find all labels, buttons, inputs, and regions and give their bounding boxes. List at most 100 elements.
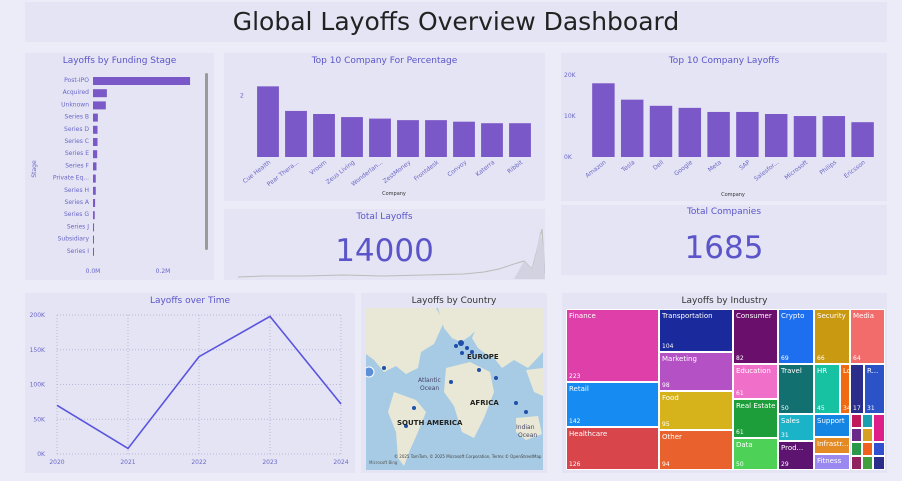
treemap-cell[interactable]: Sales 31 — [778, 414, 814, 441]
time-y-tick: 100K — [30, 382, 46, 389]
treemap-cell[interactable]: Education 61 — [733, 364, 778, 399]
treemap-cell[interactable] — [873, 456, 885, 470]
treemap-label: Healthcare — [569, 430, 608, 438]
treemap-label: HR — [817, 367, 828, 375]
treemap-cell[interactable]: Travel 50 — [778, 364, 814, 414]
company-bar — [793, 116, 817, 157]
treemap-cell[interactable]: Healthcare 126 — [566, 427, 659, 470]
funding-bar — [93, 235, 94, 244]
funding-bar — [93, 174, 96, 183]
country-card[interactable]: Layoffs by Country EUROPE AFRICA SOUTH A… — [361, 293, 547, 473]
time-card[interactable]: Layoffs over Time 0K 50K 100K 150K 200K 2020 2… — [25, 293, 355, 473]
treemap-cell[interactable]: Fitness — [814, 454, 850, 470]
funding-stage-card[interactable]: Layoffs by Funding Stage Post-IPO Acquire… — [25, 53, 214, 280]
pct-category-label: Convoy — [446, 159, 468, 179]
treemap-cell[interactable] — [862, 456, 873, 470]
treemap-label: Crypto — [781, 312, 805, 320]
total-companies-value: 1685 — [684, 230, 764, 266]
treemap-cell[interactable]: Data 50 — [733, 438, 778, 470]
treemap-label: Education — [736, 367, 771, 375]
funding-category-label: Series F — [65, 162, 89, 169]
treemap-cell[interactable] — [862, 428, 873, 442]
treemap-value: 29 — [781, 461, 789, 468]
treemap-cell[interactable] — [873, 414, 885, 442]
pct-bar — [369, 118, 391, 157]
pct-bar — [313, 114, 335, 157]
page-title: Global Layoffs Overview Dashboard — [232, 7, 680, 36]
company-category-label: Philips — [818, 159, 838, 176]
company-card[interactable]: Top 10 Company Layoffs Amazon Tesla Dell Go… — [561, 53, 887, 201]
treemap-cell[interactable] — [873, 442, 885, 456]
treemap-label: Finance — [569, 312, 596, 320]
percentage-card[interactable]: Top 10 Company For Percentage Cue Health… — [224, 53, 545, 201]
treemap-cell[interactable]: Finance 223 — [566, 309, 659, 382]
treemap-cell[interactable]: Crypto 69 — [778, 309, 814, 364]
treemap-cell[interactable]: Infrastr... — [814, 437, 850, 454]
map-credits[interactable]: © 2025 TomTom, © 2025 Microsoft Corporat… — [394, 454, 542, 459]
treemap-cell[interactable] — [851, 442, 862, 456]
map-label-ocean: Ocean — [420, 385, 440, 392]
funding-scrollbar[interactable] — [205, 73, 208, 250]
treemap-cell[interactable]: Consumer 82 — [733, 309, 778, 364]
funding-bar — [93, 247, 94, 256]
funding-chart: Post-IPO Acquired Unknown Series B Series D S… — [31, 77, 191, 275]
treemap-cell[interactable]: Food 95 — [659, 391, 733, 430]
funding-x-tick: 0.0M — [86, 268, 101, 275]
pct-chart: Cue HealthPear Thera... VroomZeus LivingW… — [240, 86, 531, 197]
map-label-europe: EUROPE — [467, 353, 499, 361]
treemap-cell[interactable]: 17 — [850, 364, 864, 414]
treemap-cell[interactable]: Lo... 34 — [840, 364, 850, 414]
time-y-tick: 50K — [33, 416, 46, 423]
treemap-cell[interactable]: Retail 142 — [566, 382, 659, 427]
treemap-cell[interactable] — [862, 442, 873, 456]
treemap-cell[interactable]: Security 66 — [814, 309, 850, 364]
treemap-value: 142 — [569, 418, 581, 425]
funding-category-label: Acquired — [63, 89, 90, 96]
industry-treemap: Finance 223 Retail 142 Healthcare 126 Transpor… — [566, 309, 885, 470]
treemap-cell[interactable] — [862, 414, 873, 428]
treemap-value: 64 — [853, 355, 861, 362]
treemap-cell[interactable]: Transportation 104 — [659, 309, 733, 352]
treemap-cell[interactable] — [851, 414, 862, 428]
treemap-label: Travel — [781, 367, 802, 375]
world-map — [366, 308, 543, 466]
treemap-label: R... — [867, 367, 879, 375]
treemap-value: 61 — [736, 429, 744, 436]
total-layoffs-card[interactable]: Total Layoffs 14000 — [224, 209, 545, 280]
treemap-cell[interactable]: Support — [814, 414, 850, 437]
pct-bar — [453, 121, 475, 157]
funding-category-label: Series G — [64, 211, 89, 218]
funding-category-label: Series I — [67, 248, 89, 255]
funding-bar — [93, 186, 96, 195]
company-category-label: Amazon — [584, 159, 608, 180]
treemap-label: Other — [662, 433, 682, 441]
time-x-tick: 2023 — [262, 459, 277, 466]
industry-card[interactable]: Layoffs by Industry Finance 223 Retail 142 H… — [562, 293, 887, 473]
treemap-value: 17 — [853, 405, 861, 412]
country-map[interactable]: EUROPE AFRICA SOUTH AMERICA Atlantic Oce… — [366, 308, 543, 470]
time-y-tick: 0K — [37, 451, 46, 458]
treemap-value: 223 — [569, 373, 581, 380]
total-companies-card[interactable]: Total Companies 1685 — [561, 205, 887, 275]
treemap-cell[interactable]: Media 64 — [850, 309, 885, 364]
treemap-cell[interactable]: HR 45 — [814, 364, 840, 414]
treemap-cell[interactable] — [851, 456, 862, 470]
funding-x-tick: 0.2M — [156, 268, 171, 275]
company-bar — [592, 83, 615, 157]
company-bar — [620, 99, 644, 157]
treemap-label: Data — [736, 441, 753, 449]
time-x-tick: 2021 — [120, 459, 135, 466]
funding-category-label: Series H — [64, 187, 89, 194]
pct-category-label: Vroom — [308, 159, 328, 177]
treemap-cell[interactable]: Prod... 29 — [778, 441, 814, 470]
funding-bar — [93, 199, 96, 207]
treemap-value: 94 — [662, 461, 670, 468]
treemap-cell[interactable]: Real Estate 61 — [733, 399, 778, 438]
treemap-cell[interactable]: Other 94 — [659, 430, 733, 470]
treemap-cell[interactable] — [851, 428, 862, 442]
map-label-indian: Indian — [516, 424, 535, 431]
total-companies-title: Total Companies — [686, 207, 762, 217]
company-bar — [707, 111, 730, 157]
treemap-cell[interactable]: Marketing 98 — [659, 352, 733, 391]
treemap-cell[interactable]: R... 31 — [864, 364, 885, 414]
